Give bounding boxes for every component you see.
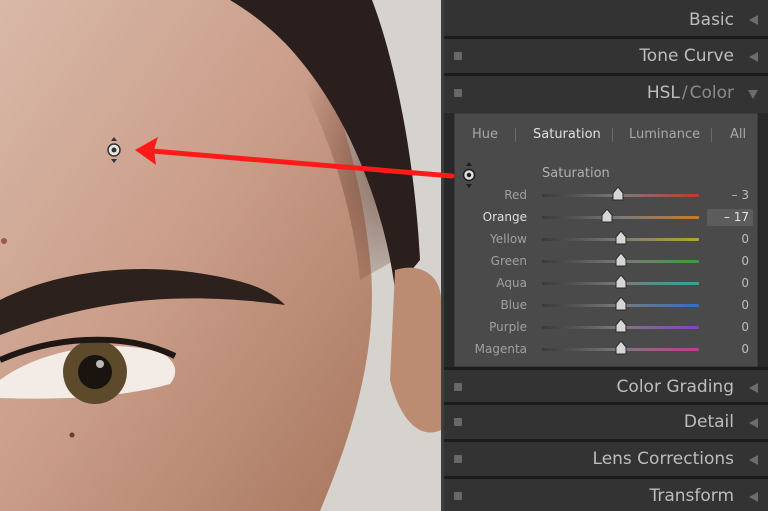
hsl-color-panel-header[interactable]: HSL / Color	[444, 76, 768, 113]
slider-value[interactable]: 0	[707, 319, 753, 336]
slider-value[interactable]: 0	[707, 231, 753, 248]
hsl-panel-body: Hue Saturation Luminance All Saturation …	[454, 113, 758, 367]
slider-label: Orange	[482, 210, 527, 224]
collapse-triangle-icon[interactable]	[749, 52, 758, 62]
slider-thumb[interactable]	[612, 186, 624, 201]
panel-switch-icon[interactable]	[454, 383, 462, 391]
develop-panel: Basic Tone Curve HSL / Color Hue Saturatio…	[441, 0, 768, 511]
slider-label: Magenta	[474, 342, 527, 356]
panel-title: Basic	[688, 10, 734, 30]
tab-luminance[interactable]: Luminance	[629, 127, 700, 142]
panel-switch-icon[interactable]	[454, 52, 462, 60]
collapse-triangle-icon[interactable]	[749, 418, 758, 428]
slider-row-green: Green 0	[455, 251, 757, 273]
detail-panel-header[interactable]: Detail	[444, 405, 768, 442]
panel-title: Detail	[683, 412, 734, 432]
slider-thumb[interactable]	[615, 318, 627, 333]
panel-title: Lens Corrections	[592, 449, 734, 469]
panel-switch-icon[interactable]	[454, 455, 462, 463]
panel-title: Tone Curve	[639, 46, 734, 66]
panel-switch-icon[interactable]	[454, 89, 462, 97]
lens-corrections-panel-header[interactable]: Lens Corrections	[444, 442, 768, 479]
section-title: Saturation	[542, 166, 610, 181]
slider-thumb[interactable]	[615, 252, 627, 267]
slider-thumb[interactable]	[601, 208, 613, 223]
tab-divider	[515, 128, 516, 142]
slider-row-aqua: Aqua 0	[455, 273, 757, 295]
slider-value[interactable]: – 3	[707, 187, 753, 204]
slider-value-field[interactable]: – 17	[707, 209, 753, 226]
collapse-triangle-icon[interactable]	[749, 492, 758, 502]
slider-value[interactable]: 0	[707, 253, 753, 270]
slider-label: Red	[504, 188, 527, 202]
slider-thumb[interactable]	[615, 340, 627, 355]
portrait-photo	[0, 0, 441, 511]
tab-saturation[interactable]: Saturation	[533, 127, 601, 142]
slider-thumb[interactable]	[615, 296, 627, 311]
slider-row-blue: Blue 0	[455, 295, 757, 317]
slider-label: Purple	[489, 320, 527, 334]
tab-divider	[612, 128, 613, 142]
basic-panel-header[interactable]: Basic	[444, 0, 768, 39]
slider-row-red: Red – 3	[455, 185, 757, 207]
slider-track[interactable]	[542, 216, 699, 219]
color-grading-panel-header[interactable]: Color Grading	[444, 367, 768, 405]
slider-label: Green	[490, 254, 527, 268]
slider-row-yellow: Yellow 0	[455, 229, 757, 251]
panel-title: Transform	[649, 486, 734, 506]
slider-value[interactable]: 0	[707, 275, 753, 292]
slider-thumb[interactable]	[615, 230, 627, 245]
slider-value[interactable]: 0	[707, 341, 753, 358]
collapse-triangle-icon[interactable]	[749, 383, 758, 393]
hsl-tabs: Hue Saturation Luminance All	[455, 114, 757, 154]
slider-row-orange: Orange – 17	[455, 207, 757, 229]
slider-value[interactable]: 0	[707, 297, 753, 314]
slider-label: Yellow	[490, 232, 527, 246]
collapse-triangle-icon[interactable]	[749, 15, 758, 25]
tone-curve-panel-header[interactable]: Tone Curve	[444, 39, 768, 76]
hsl-label[interactable]: HSL	[647, 83, 680, 103]
tab-divider	[711, 128, 712, 142]
transform-panel-header[interactable]: Transform	[444, 479, 768, 511]
panel-title: HSL / Color	[647, 83, 734, 103]
slider-label: Blue	[500, 298, 527, 312]
title-separator: /	[681, 83, 688, 103]
panel-title: Color Grading	[616, 377, 734, 397]
photo-canvas[interactable]	[0, 0, 441, 511]
slider-row-purple: Purple 0	[455, 317, 757, 339]
slider-thumb[interactable]	[615, 274, 627, 289]
tab-hue[interactable]: Hue	[472, 127, 498, 142]
tab-all[interactable]: All	[730, 127, 746, 142]
panel-switch-icon[interactable]	[454, 492, 462, 500]
expand-triangle-icon[interactable]	[748, 90, 758, 99]
panel-switch-icon[interactable]	[454, 418, 462, 426]
targeted-adjustment-cursor-icon	[106, 137, 122, 163]
slider-row-magenta: Magenta 0	[455, 339, 757, 361]
collapse-triangle-icon[interactable]	[749, 455, 758, 465]
slider-label: Aqua	[496, 276, 527, 290]
color-label[interactable]: Color	[690, 83, 734, 103]
